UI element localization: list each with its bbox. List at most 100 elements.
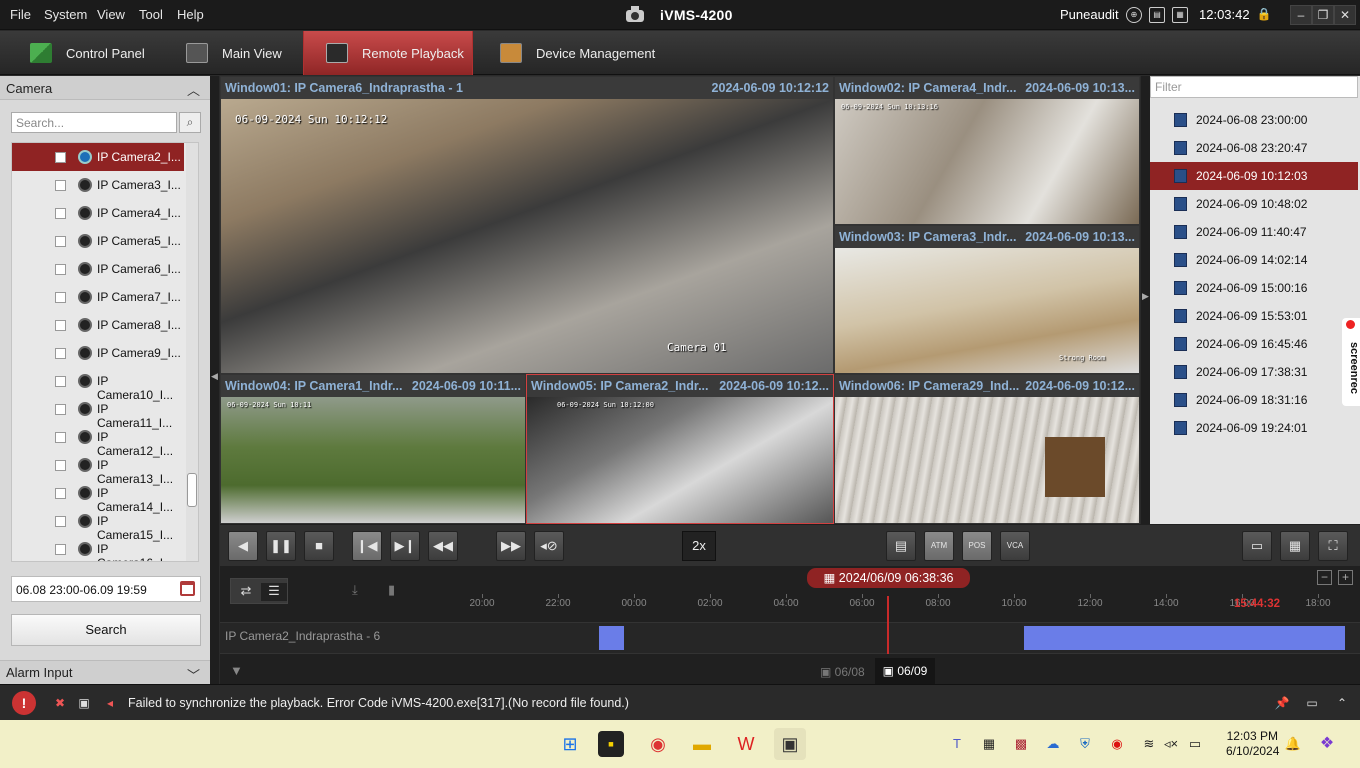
camera-list-item[interactable]: IP Camera10_I... bbox=[12, 367, 184, 402]
right-panel-splitter[interactable]: ▶ bbox=[1141, 76, 1150, 524]
chevron-down-icon[interactable]: ﹀ bbox=[187, 665, 200, 684]
alarm-input-header[interactable]: Alarm Input ﹀ bbox=[0, 660, 210, 684]
record-segment[interactable] bbox=[599, 626, 624, 650]
camera-checkbox[interactable] bbox=[55, 180, 66, 191]
speed-up-button[interactable]: ▶▶ bbox=[496, 531, 526, 561]
pin-icon[interactable]: 📌 bbox=[1274, 695, 1290, 711]
teams-icon[interactable]: T bbox=[948, 735, 966, 753]
record-list-item[interactable]: 2024-06-09 16:45:46 bbox=[1150, 330, 1358, 358]
camera-list-item[interactable]: IP Camera4_I... bbox=[12, 199, 184, 227]
search-button[interactable]: Search bbox=[11, 614, 201, 646]
video-window-3[interactable]: Window03: IP Camera3_Indr... 2024-06-09 1… bbox=[834, 225, 1140, 374]
camera-checkbox[interactable] bbox=[55, 152, 66, 163]
zoom-out-button[interactable]: − bbox=[1317, 570, 1332, 585]
video-window-1[interactable]: Window01: IP Camera6_Indraprastha - 1 202… bbox=[220, 76, 834, 374]
download-icon[interactable]: ⤓ bbox=[352, 582, 358, 598]
defender-icon[interactable]: ⛨ bbox=[1076, 735, 1094, 753]
pos-button[interactable]: POS bbox=[962, 531, 992, 561]
atm-button[interactable]: ATM bbox=[924, 531, 954, 561]
tab-control-panel[interactable]: Control Panel bbox=[30, 31, 170, 75]
video-window-6[interactable]: Window06: IP Camera29_Ind... 2024-06-09 1… bbox=[834, 374, 1140, 524]
tray-app-icon[interactable]: ▦ bbox=[980, 735, 998, 753]
camera-list-item[interactable]: IP Camera12_I... bbox=[12, 423, 184, 458]
zoom-in-button[interactable]: + bbox=[1338, 570, 1353, 585]
collapse-left-icon[interactable]: ◀ bbox=[211, 371, 218, 382]
menu-view[interactable]: View bbox=[97, 7, 125, 22]
layout-icon[interactable]: ▦ bbox=[1280, 531, 1310, 561]
camera-checkbox[interactable] bbox=[55, 236, 66, 247]
alarm-icon[interactable]: ✖ bbox=[52, 695, 68, 711]
monitor-icon[interactable]: ▣ bbox=[76, 695, 92, 711]
camera-list-item[interactable]: IP Camera11_I... bbox=[12, 395, 184, 430]
menu-help[interactable]: Help bbox=[177, 7, 204, 22]
camera-checkbox[interactable] bbox=[55, 348, 66, 359]
camera-checkbox[interactable] bbox=[55, 488, 66, 499]
day-tab-0608[interactable]: ▣ 06/08 bbox=[820, 662, 872, 682]
camera-list-item[interactable]: IP Camera13_I... bbox=[12, 451, 184, 486]
audio-icon[interactable]: ◂⊘ bbox=[534, 531, 564, 561]
cloud-icon[interactable]: ☁ bbox=[1044, 735, 1062, 753]
async-icon[interactable]: ☰ bbox=[261, 583, 287, 601]
camera-checkbox[interactable] bbox=[55, 292, 66, 303]
record-list-item[interactable]: 2024-06-09 19:24:01 bbox=[1150, 414, 1358, 442]
video-window-5[interactable]: Window05: IP Camera2_Indr... 2024-06-09 1… bbox=[526, 374, 834, 524]
day-tab-0609[interactable]: ▣ 06/09 bbox=[875, 658, 935, 684]
camera-panel-header[interactable]: Camera ︿ bbox=[0, 76, 210, 100]
record-segment[interactable] bbox=[1024, 626, 1345, 650]
timeline-mode-toggle[interactable]: ⇄ ☰ bbox=[230, 578, 288, 604]
lock-icon[interactable]: 🔒 bbox=[1256, 7, 1272, 23]
stop-button[interactable]: ■ bbox=[304, 531, 334, 561]
file-explorer-icon[interactable]: ▬ bbox=[686, 728, 718, 760]
camera-checkbox[interactable] bbox=[55, 320, 66, 331]
ivms-app-icon[interactable]: ▣ bbox=[774, 728, 806, 760]
bookmark-icon[interactable]: ▮ bbox=[388, 582, 395, 598]
menu-system[interactable]: System bbox=[44, 7, 87, 22]
mute-icon[interactable]: ◂ bbox=[102, 695, 118, 711]
record-list-item[interactable]: 2024-06-08 23:00:00 bbox=[1150, 106, 1358, 134]
camera-list-item[interactable]: IP Camera14_I... bbox=[12, 479, 184, 514]
record-filter-input[interactable]: Filter bbox=[1150, 76, 1358, 98]
expand-up-icon[interactable]: ⌃ bbox=[1334, 695, 1350, 711]
record-list-item[interactable]: 2024-06-09 18:31:16 bbox=[1150, 386, 1358, 414]
record-list-item[interactable]: 2024-06-09 11:40:47 bbox=[1150, 218, 1358, 246]
tab-remote-playback[interactable]: Remote Playback bbox=[303, 31, 473, 75]
wifi-icon[interactable]: ≋ bbox=[1140, 735, 1158, 753]
battery-icon[interactable]: ▭ bbox=[1186, 735, 1204, 753]
camera-checkbox[interactable] bbox=[55, 264, 66, 275]
calendar-icon[interactable] bbox=[180, 581, 195, 596]
tray-app2-icon[interactable]: ▩ bbox=[1012, 735, 1030, 753]
chevron-up-icon[interactable]: ︿ bbox=[187, 80, 200, 99]
screenrec-widget[interactable]: screenrec bbox=[1342, 318, 1360, 406]
restore-button[interactable]: ❐ bbox=[1312, 5, 1334, 25]
ram-icon[interactable]: ▦ bbox=[1172, 7, 1188, 23]
video-window-4[interactable]: Window04: IP Camera1_Indr... 2024-06-09 1… bbox=[220, 374, 526, 524]
camera-list-item[interactable]: IP Camera8_I... bbox=[12, 311, 184, 339]
sync-icon[interactable]: ⇄ bbox=[233, 583, 259, 601]
camera-checkbox[interactable] bbox=[55, 404, 66, 415]
record-list-item[interactable]: 2024-06-09 10:48:02 bbox=[1150, 190, 1358, 218]
left-panel-splitter[interactable]: ◀ bbox=[210, 76, 219, 684]
record-list-item[interactable]: 2024-06-09 15:00:16 bbox=[1150, 274, 1358, 302]
taskbar-clock[interactable]: 12:03 PM 6/10/2024 bbox=[1226, 729, 1279, 759]
camera-list-item[interactable]: IP Camera5_I... bbox=[12, 227, 184, 255]
menu-file[interactable]: File bbox=[10, 7, 31, 22]
camera-checkbox[interactable] bbox=[55, 376, 66, 387]
filter-icon[interactable]: ▼ bbox=[230, 663, 243, 678]
camera-checkbox[interactable] bbox=[55, 544, 66, 555]
copilot-icon[interactable]: ❖ bbox=[1318, 735, 1336, 753]
camera-search-input[interactable]: Search... bbox=[11, 112, 177, 133]
start-icon[interactable]: ⊞ bbox=[554, 728, 586, 760]
date-range-field[interactable]: 06.08 23:00-06.09 19:59 bbox=[11, 576, 201, 602]
tab-device-management[interactable]: Device Management bbox=[500, 31, 670, 75]
warning-icon[interactable]: ! bbox=[12, 691, 36, 715]
camera-checkbox[interactable] bbox=[55, 432, 66, 443]
frame-forward-button[interactable]: ▶❙ bbox=[390, 531, 420, 561]
globe-icon[interactable]: ⊕ bbox=[1126, 7, 1142, 23]
record-list-icon[interactable]: ▤ bbox=[886, 531, 916, 561]
fullscreen-icon[interactable]: ⛶ bbox=[1318, 531, 1348, 561]
wps-office-icon[interactable]: W bbox=[730, 728, 762, 760]
record-list-item[interactable]: 2024-06-08 23:20:47 bbox=[1150, 134, 1358, 162]
window-icon[interactable]: ▭ bbox=[1304, 695, 1320, 711]
camera-list-item[interactable]: IP Camera7_I... bbox=[12, 283, 184, 311]
camera-checkbox[interactable] bbox=[55, 208, 66, 219]
